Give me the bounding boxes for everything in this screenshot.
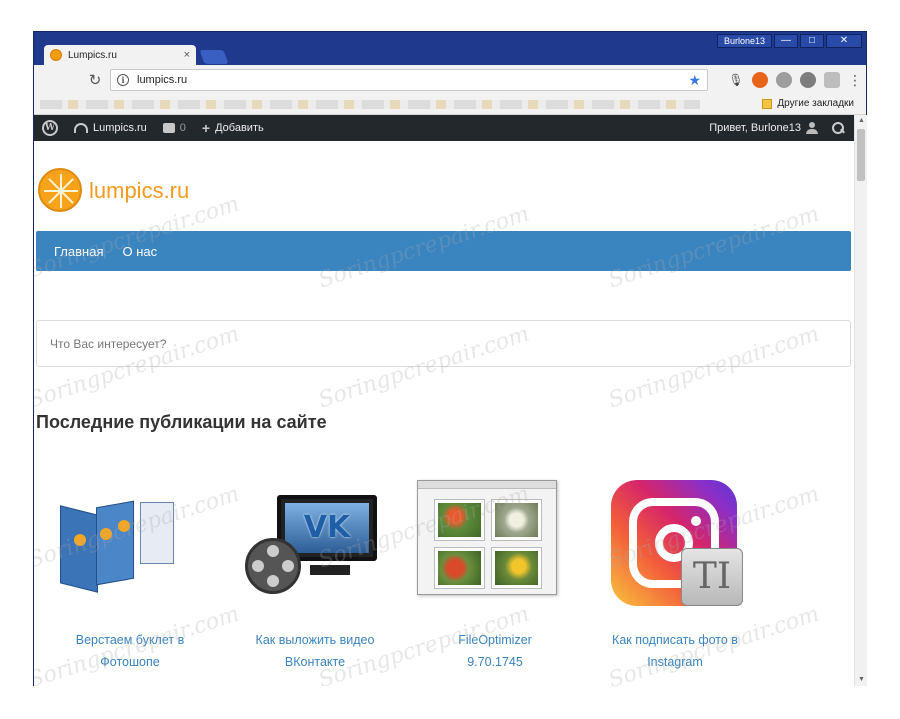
post-card[interactable]: Верстаем буклет в Фотошопе [40, 470, 220, 673]
main-navigation: Главная О нас [36, 231, 851, 271]
address-bar[interactable]: i lumpics.ru ★ [110, 69, 708, 91]
post-title-line2[interactable]: Фотошопе [40, 651, 220, 673]
post-title-link[interactable]: Верстаем буклет в Фотошопе [40, 629, 220, 673]
nav-home[interactable]: Главная [54, 244, 103, 259]
folder-icon [762, 98, 773, 109]
site-title[interactable]: lumpics.ru [89, 178, 189, 204]
post-title-link[interactable]: FileOptimizer 9.70.1745 [405, 629, 585, 673]
extension-light-icon[interactable] [824, 72, 840, 88]
film-reel-icon [245, 538, 301, 594]
site-search-input[interactable]: Что Вас интересует? [36, 320, 851, 367]
star-icon[interactable]: ★ [688, 72, 701, 89]
minimize-icon[interactable]: — [774, 34, 798, 48]
extension-dark-icon[interactable] [800, 72, 816, 88]
profile-button[interactable]: Burlone13 [716, 34, 772, 48]
dashboard-icon [74, 123, 88, 133]
add-label: Добавить [215, 122, 264, 134]
post-title-line1[interactable]: Как выложить видео [225, 629, 405, 651]
vertical-scrollbar[interactable]: ▲ ▼ [854, 115, 867, 686]
close-icon[interactable]: ✕ [826, 34, 862, 48]
scroll-up-icon[interactable]: ▲ [855, 115, 868, 127]
vk-logo: VK [285, 503, 369, 553]
post-title-link[interactable]: Как выложить видео ВКонтакте [225, 629, 405, 673]
new-tab-button[interactable] [199, 50, 229, 64]
booklet-icon [60, 500, 180, 593]
post-title-link[interactable]: Как подписать фото в Instagram [585, 629, 765, 673]
section-title: Последние публикации на сайте [36, 412, 327, 432]
app-window-icon [417, 480, 557, 595]
admin-add-new[interactable]: + Добавить [194, 115, 272, 141]
admin-site-link[interactable]: Lumpics.ru [66, 115, 155, 141]
page-viewport: W Lumpics.ru 0 + Добавить Привет, Burlon… [34, 115, 854, 686]
window-controls: Burlone13 — □ ✕ [716, 34, 862, 48]
extension-gray-icon[interactable] [776, 72, 792, 88]
user-icon [806, 122, 818, 134]
wp-admin-bar: W Lumpics.ru 0 + Добавить Привет, Burlon… [34, 115, 854, 141]
comment-icon [162, 123, 175, 133]
post-card[interactable]: VK Как выложить видео ВКонтакте [225, 470, 405, 673]
nav-about[interactable]: О нас [122, 244, 157, 259]
wordpress-icon: W [42, 120, 58, 136]
search-icon[interactable] [832, 122, 844, 134]
extension-orange-icon[interactable] [752, 72, 768, 88]
wp-logo-item[interactable]: W [34, 115, 66, 141]
reload-icon[interactable]: ↻ [86, 71, 104, 89]
post-title-line1[interactable]: FileOptimizer [405, 629, 585, 651]
post-card[interactable]: FileOptimizer 9.70.1745 [405, 470, 585, 673]
info-icon[interactable]: i [117, 74, 129, 86]
post-card[interactable]: TI Как подписать фото в Instagram [585, 470, 765, 673]
instagram-thumbnail[interactable]: TI [585, 470, 765, 620]
post-title-line2[interactable]: Instagram [585, 651, 765, 673]
maximize-icon[interactable]: □ [800, 34, 824, 48]
search-placeholder: Что Вас интересует? [50, 336, 167, 351]
other-bookmarks[interactable]: Другие закладки [762, 98, 854, 109]
plus-icon: + [201, 120, 211, 136]
menu-icon[interactable]: ⋮ [848, 72, 862, 88]
admin-comments[interactable]: 0 [155, 115, 194, 141]
admin-site-name: Lumpics.ru [93, 122, 147, 134]
vk-video-thumbnail[interactable]: VK [225, 470, 405, 620]
post-title-line2[interactable]: ВКонтакте [225, 651, 405, 673]
post-title-line1[interactable]: Как подписать фото в [585, 629, 765, 651]
tab-title: Lumpics.ru [68, 49, 117, 61]
bookmarks-bar: Другие закладки [34, 95, 866, 115]
scroll-down-icon[interactable]: ▼ [855, 674, 868, 686]
tab-close-icon[interactable]: × [184, 49, 190, 61]
blurred-bookmarks [40, 100, 700, 109]
post-title-line2[interactable]: 9.70.1745 [405, 651, 585, 673]
browser-toolbar: ↻ i lumpics.ru ★ 🎙 ⋮ [34, 65, 866, 95]
text-tool-icon: TI [681, 548, 743, 606]
greeting: Привет, Burlone13 [709, 122, 801, 134]
booklet-thumbnail[interactable] [40, 470, 220, 620]
post-title-line1[interactable]: Верстаем буклет в [40, 629, 220, 651]
admin-right: Привет, Burlone13 [701, 115, 854, 141]
mic-icon[interactable]: 🎙 [728, 72, 744, 88]
other-bookmarks-label: Другие закладки [777, 98, 854, 109]
extension-icons: 🎙 ⋮ [728, 72, 862, 88]
url-text[interactable]: lumpics.ru [137, 74, 688, 86]
site-logo-icon[interactable] [38, 168, 82, 212]
browser-window: Lumpics.ru × Burlone13 — □ ✕ ↻ i lumpics… [33, 31, 867, 686]
scroll-thumb[interactable] [857, 129, 865, 181]
title-bar: Lumpics.ru × Burlone13 — □ ✕ [34, 32, 866, 65]
fileoptimizer-thumbnail[interactable] [405, 470, 585, 620]
admin-account[interactable]: Привет, Burlone13 [701, 115, 826, 141]
comments-count: 0 [179, 122, 186, 134]
browser-tab[interactable]: Lumpics.ru × [44, 45, 196, 65]
orange-favicon-icon [50, 49, 62, 61]
